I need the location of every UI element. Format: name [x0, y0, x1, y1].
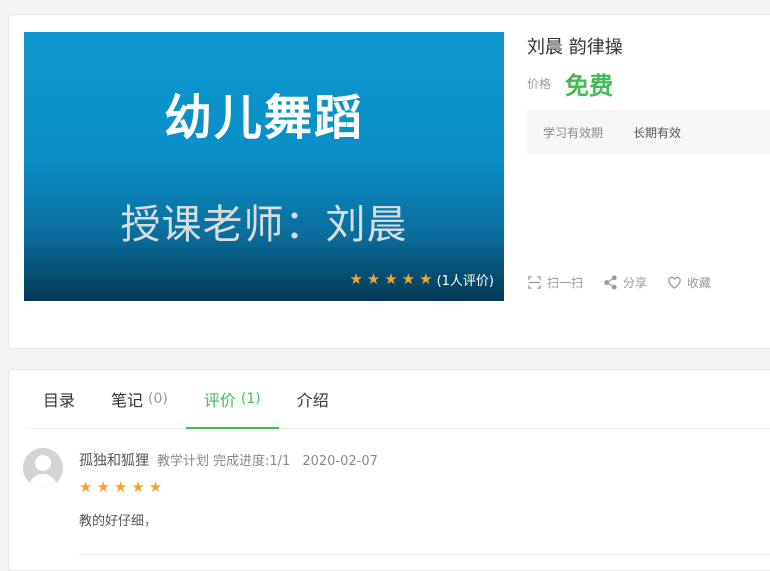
validity-box: 学习有效期 长期有效: [527, 110, 770, 154]
review-meta: 孤独和狐狸 教学计划 完成进度:1/1 2020-02-07: [79, 450, 378, 470]
price-label: 价格: [527, 77, 552, 91]
review-text: 教的好仔细，: [79, 510, 157, 529]
cover-rating: ★ ★ ★ ★ ★ (1人评价): [349, 270, 494, 290]
tab-bar: 目录 笔记 (0) 评价 (1) 介绍: [25, 370, 770, 429]
tab-label: 评价: [203, 391, 236, 410]
star-icon: ★: [79, 478, 93, 496]
tab-label: 介绍: [296, 391, 329, 410]
star-icon: ★: [401, 270, 416, 288]
review-stars: ★ ★ ★ ★ ★: [79, 480, 162, 495]
share-label: 分享: [623, 276, 648, 290]
qr-scan-icon: [528, 276, 541, 289]
review-date: 2020-02-07: [302, 454, 378, 469]
validity-value: 长期有效: [633, 125, 682, 140]
review-plan: 教学计划: [157, 454, 210, 469]
share-button[interactable]: 分享: [603, 274, 647, 291]
review-punct: ，: [144, 514, 158, 529]
cover-title: 幼儿舞蹈: [163, 90, 364, 146]
favorite-button[interactable]: 收藏: [667, 274, 711, 291]
star-icon: ★: [96, 478, 110, 496]
course-cover-image[interactable]: 幼儿舞蹈 授课老师：刘晨 ★ ★ ★ ★ ★ (1人评价): [24, 32, 504, 301]
course-title: 刘晨 韵律操: [527, 37, 623, 58]
star-icon: ★: [113, 478, 128, 496]
tab-label: 笔记: [111, 391, 144, 410]
star-icon: ★: [419, 270, 433, 288]
scan-label: 扫一扫: [547, 276, 584, 290]
star-icon: ★: [148, 478, 163, 496]
tab-catalog[interactable]: 目录: [25, 370, 93, 428]
review-username[interactable]: 孤独和狐狸: [79, 450, 149, 470]
favorite-label: 收藏: [687, 276, 712, 290]
rating-count: (1人评价): [436, 274, 494, 289]
share-icon: [604, 275, 617, 290]
star-icon: ★: [366, 270, 381, 288]
price-row: 价格 免费: [527, 66, 613, 101]
review-divider: [79, 554, 770, 555]
price-value: 免费: [565, 72, 614, 100]
tab-count: (1): [240, 391, 261, 407]
user-avatar-icon: [23, 448, 63, 488]
star-icon: ★: [349, 270, 363, 288]
star-icon: ★: [384, 270, 398, 288]
tab-notes[interactable]: 笔记 (0): [93, 370, 186, 428]
tab-reviews[interactable]: 评价 (1): [185, 370, 279, 429]
scan-button[interactable]: 扫一扫: [527, 274, 583, 291]
heart-icon: [668, 276, 681, 289]
tab-intro[interactable]: 介绍: [279, 370, 347, 428]
review-body: 教的好仔细: [79, 514, 145, 529]
cover-subtitle: 授课老师：刘晨: [120, 202, 408, 248]
tab-label: 目录: [43, 391, 76, 410]
validity-label: 学习有效期: [543, 125, 604, 140]
action-bar: 扫一扫 分享 收藏: [527, 274, 711, 291]
course-detail-card: 目录 笔记 (0) 评价 (1) 介绍 孤独和狐狸 教学计划 完成进度:1/1 …: [8, 369, 770, 571]
review-progress: 完成进度:1/1: [213, 454, 291, 469]
tab-count: (0): [148, 391, 168, 407]
star-icon: ★: [131, 478, 145, 496]
avatar[interactable]: [23, 448, 63, 488]
